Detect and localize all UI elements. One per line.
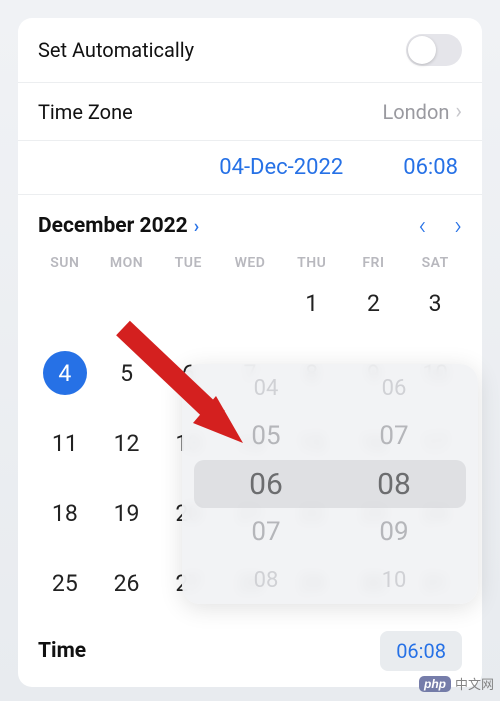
time-row: Time 06:08 xyxy=(18,615,482,687)
picker-value[interactable]: 07 xyxy=(379,416,408,456)
weekday-label: THU xyxy=(281,255,343,271)
calendar-empty-cell xyxy=(96,281,158,325)
timezone-row[interactable]: Time Zone London › xyxy=(18,83,482,141)
month-title-text: December 2022 xyxy=(38,214,188,238)
timezone-value: London xyxy=(382,100,449,124)
watermark-brand: php xyxy=(419,676,451,692)
picker-value[interactable]: 10 xyxy=(382,560,407,600)
time-value-button[interactable]: 06:08 xyxy=(380,631,462,671)
calendar-day[interactable]: 1 xyxy=(281,281,343,325)
calendar-empty-cell xyxy=(157,281,219,325)
weekday-label: FRI xyxy=(343,255,405,271)
weekday-label: TUE xyxy=(157,255,219,271)
set-automatically-label: Set Automatically xyxy=(38,38,194,62)
weekday-label: SUN xyxy=(34,255,96,271)
month-header: December 2022 › ‹ › xyxy=(18,195,482,251)
set-automatically-toggle[interactable] xyxy=(406,34,462,66)
settings-card: Set Automatically Time Zone London › 04-… xyxy=(18,18,482,687)
calendar-day[interactable]: 5 xyxy=(96,351,158,395)
selected-date[interactable]: 04-Dec-2022 xyxy=(219,155,343,180)
timezone-label: Time Zone xyxy=(38,100,133,124)
minutes-wheel[interactable]: 06 07 08 09 10 xyxy=(330,364,458,604)
picker-value[interactable]: 08 xyxy=(377,464,411,504)
calendar-day[interactable]: 4 xyxy=(43,351,87,395)
weekday-label: MON xyxy=(96,255,158,271)
picker-columns: 04 05 06 07 08 06 07 08 09 10 xyxy=(182,364,478,604)
calendar-day[interactable]: 19 xyxy=(96,491,158,535)
prev-month-button[interactable]: ‹ xyxy=(419,211,427,241)
chevron-right-icon: › xyxy=(194,216,199,237)
timezone-value-wrap: London › xyxy=(382,99,462,124)
calendar-empty-cell xyxy=(219,281,281,325)
weekday-label: WED xyxy=(219,255,281,271)
calendar-day[interactable]: 18 xyxy=(34,491,96,535)
calendar-day[interactable]: 26 xyxy=(96,561,158,605)
picker-value[interactable]: 07 xyxy=(251,512,280,552)
picker-value[interactable]: 09 xyxy=(379,512,408,552)
calendar-day[interactable]: 3 xyxy=(404,281,466,325)
picker-value[interactable]: 04 xyxy=(254,368,279,408)
weekday-label: SAT xyxy=(404,255,466,271)
weekday-header: SUNMONTUEWEDTHUFRISAT xyxy=(18,251,482,275)
calendar-day[interactable]: 11 xyxy=(34,421,96,465)
hours-wheel[interactable]: 04 05 06 07 08 xyxy=(202,364,330,604)
month-picker-button[interactable]: December 2022 › xyxy=(38,214,199,238)
watermark: php 中文网 xyxy=(419,674,494,693)
picker-value[interactable]: 05 xyxy=(251,416,280,456)
picker-value[interactable]: 06 xyxy=(249,464,283,504)
time-picker-overlay[interactable]: 04 05 06 07 08 06 07 08 09 10 xyxy=(182,364,478,604)
calendar-empty-cell xyxy=(34,281,96,325)
picker-value[interactable]: 06 xyxy=(382,368,407,408)
time-label: Time xyxy=(38,639,86,663)
next-month-button[interactable]: › xyxy=(454,211,462,241)
set-automatically-row: Set Automatically xyxy=(18,18,482,83)
chevron-right-icon: › xyxy=(455,99,462,124)
calendar-day[interactable]: 12 xyxy=(96,421,158,465)
calendar-day[interactable]: 25 xyxy=(34,561,96,605)
picker-value[interactable]: 08 xyxy=(254,560,279,600)
calendar-day[interactable]: 2 xyxy=(343,281,405,325)
month-nav: ‹ › xyxy=(419,211,463,241)
watermark-text: 中文网 xyxy=(455,674,494,693)
toggle-knob xyxy=(408,36,436,64)
selected-datetime-row: 04-Dec-2022 06:08 xyxy=(18,141,482,195)
selected-time[interactable]: 06:08 xyxy=(403,155,458,180)
